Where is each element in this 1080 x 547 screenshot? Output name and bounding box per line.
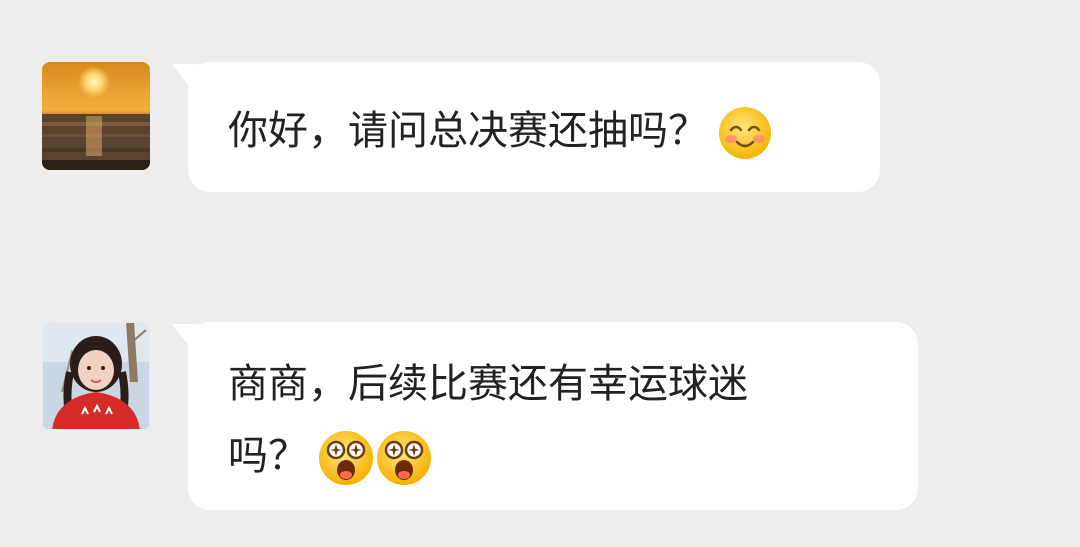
girl-avatar[interactable]	[42, 322, 150, 430]
message-text-line-2: 吗？	[228, 433, 308, 479]
message-text-line-1: 商商，后续比赛还有幸运球迷	[228, 361, 748, 407]
surprised-face-icon	[318, 430, 374, 486]
sunset-avatar[interactable]	[42, 62, 150, 170]
message-text: 你好，请问总决赛还抽吗？	[228, 108, 708, 154]
smiling-face-icon	[718, 106, 772, 160]
message-bubble-1[interactable]: 你好，请问总决赛还抽吗？	[172, 62, 880, 192]
surprised-face-icon	[376, 430, 432, 486]
message-bubble-2[interactable]: 商商，后续比赛还有幸运球迷 吗？	[172, 322, 918, 510]
